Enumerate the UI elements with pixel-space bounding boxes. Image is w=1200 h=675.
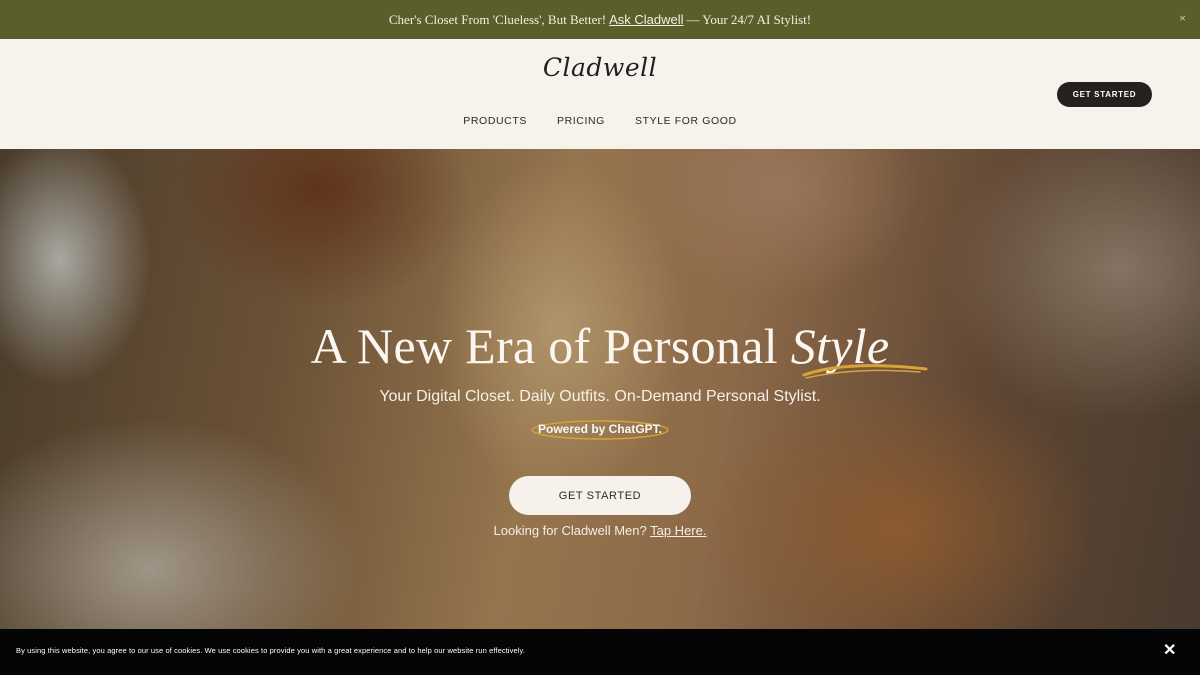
cookie-message: By using this website, you agree to our … xyxy=(16,646,526,655)
site-header: Cladwell PRODUCTS PRICING STYLE FOR GOOD… xyxy=(0,39,1200,149)
cladwell-men-prompt: Looking for Cladwell Men? Tap Here. xyxy=(0,523,1200,538)
main-nav: PRODUCTS PRICING STYLE FOR GOOD xyxy=(0,115,1200,127)
hero-section: A New Era of Personal Style Your Digital… xyxy=(0,149,1200,629)
cladwell-logo[interactable]: Cladwell xyxy=(0,53,1200,82)
title-underline-swash xyxy=(802,364,928,379)
powered-by-text: Powered by ChatGPT. xyxy=(537,422,663,436)
nav-style-for-good[interactable]: STYLE FOR GOOD xyxy=(635,115,737,127)
hero-title: A New Era of Personal Style xyxy=(0,317,1200,375)
announcement-text-before: Cher's Closet From 'Clueless', But Bette… xyxy=(388,11,607,27)
nav-pricing[interactable]: PRICING xyxy=(557,115,605,127)
hero-subtitle: Your Digital Closet. Daily Outfits. On-D… xyxy=(379,388,821,405)
announcement-close-icon[interactable]: × xyxy=(1179,11,1186,25)
page: Cher's Closet From 'Clueless', But Bette… xyxy=(0,0,1200,675)
cookie-consent-bar: By using this website, you agree to our … xyxy=(0,629,1200,675)
announcement-text-after: — Your 24/7 AI Stylist! xyxy=(686,11,812,27)
cookie-close-icon[interactable]: ✕ xyxy=(1163,642,1176,660)
tap-here-link[interactable]: Tap Here. xyxy=(650,523,706,538)
hero-get-started-button[interactable]: GET STARTED xyxy=(509,476,691,515)
header-get-started-button[interactable]: GET STARTED xyxy=(1057,82,1152,107)
nav-products[interactable]: PRODUCTS xyxy=(463,115,527,127)
men-prompt-text: Looking for Cladwell Men? xyxy=(493,523,647,538)
ask-cladwell-link[interactable]: Ask Cladwell xyxy=(609,12,683,27)
announcement-bar: Cher's Closet From 'Clueless', But Bette… xyxy=(0,0,1200,39)
hero-title-main: A New Era of Personal xyxy=(310,318,791,374)
powered-by-chatgpt-badge: Powered by ChatGPT. xyxy=(530,419,670,440)
